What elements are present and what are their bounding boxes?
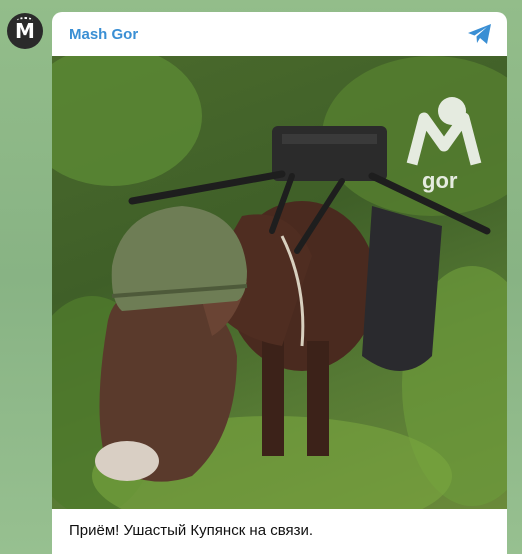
- telegram-paper-plane-icon[interactable]: [467, 23, 493, 45]
- message-card: Mash Gor gor Приём! Ушастый Купянск на с…: [52, 12, 507, 554]
- avatar-dots: [17, 17, 33, 24]
- photo-illustration: [52, 56, 507, 509]
- post-caption: Приём! Ушастый Купянск на связи.: [69, 522, 314, 539]
- message-header: Mash Gor: [52, 12, 507, 56]
- channel-name[interactable]: Mash Gor: [69, 26, 467, 43]
- watermark-text: gor: [422, 168, 458, 193]
- post-photo[interactable]: gor: [52, 56, 507, 509]
- channel-avatar[interactable]: M: [7, 13, 43, 49]
